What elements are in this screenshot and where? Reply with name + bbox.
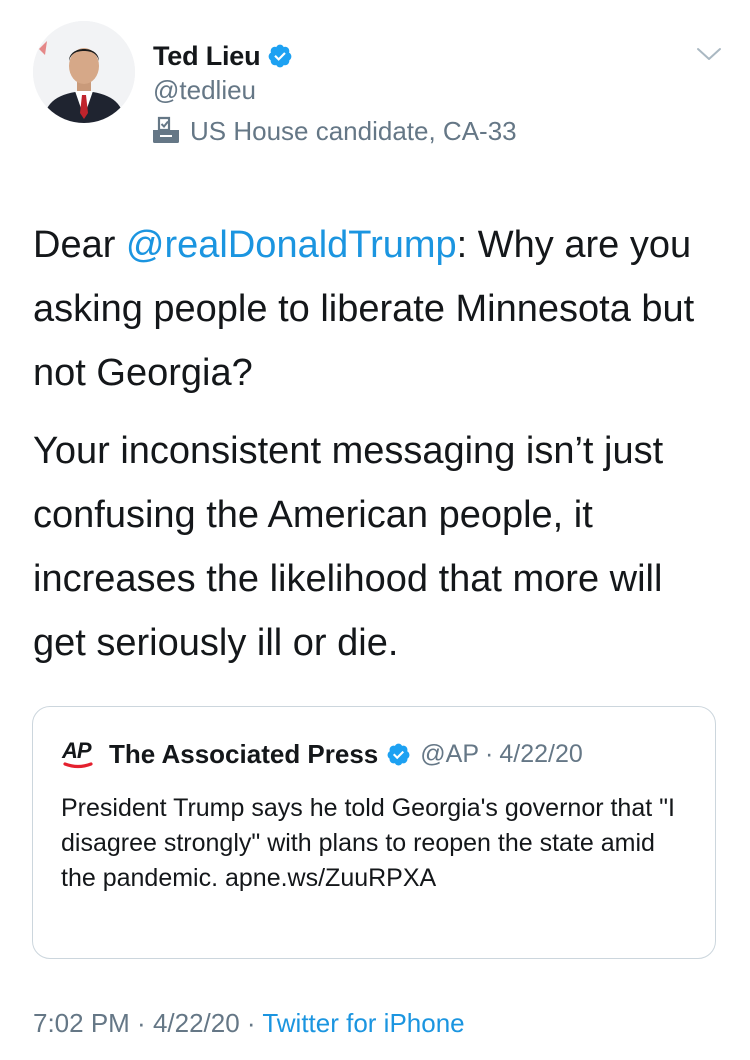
quoted-tweet-header: AP The Associated Press @AP · 4/22/20 [61,737,583,771]
author-display-name[interactable]: Ted Lieu [153,41,261,72]
author-handle[interactable]: @tedlieu [153,75,256,106]
author-label: US House candidate, CA-33 [150,113,517,149]
chevron-down-icon[interactable] [695,43,723,65]
quoted-tweet-date: 4/22/20 [499,739,583,768]
tweet-source-link[interactable]: Twitter for iPhone [262,1008,464,1038]
quoted-author-handle[interactable]: @AP [420,740,479,769]
mention-link[interactable]: @realDonaldTrump [126,224,457,266]
ap-logo-text: AP [61,738,92,763]
quoted-separator: · [485,739,494,768]
author-label-text: US House candidate, CA-33 [190,115,517,146]
footer-separator: · [129,1008,153,1038]
tweet-paragraph-2: Your inconsistent messaging isn’t just c… [33,430,664,664]
tweet-text-prefix: Dear [33,224,126,266]
tweet-footer: 7:02 PM · 4/22/20 · Twitter for iPhone [33,1008,465,1039]
verified-badge-icon [386,742,411,767]
verified-badge-icon [267,43,293,69]
tweet-time: 7:02 PM [33,1008,130,1038]
tweet-detail: Ted Lieu @tedlieu US House candidate, CA… [0,0,750,1060]
avatar-photo [33,21,135,123]
quoted-tweet-text: President Trump says he told Georgia's g… [61,794,675,892]
quoted-author-name[interactable]: The Associated Press [109,739,378,770]
ap-logo-icon: AP [61,736,101,772]
quoted-tweet[interactable]: AP The Associated Press @AP · 4/22/20 Pr… [32,706,716,959]
footer-separator: · [239,1008,263,1038]
author-name-row[interactable]: Ted Lieu [153,38,293,74]
author-avatar[interactable] [33,21,135,123]
ballot-box-icon [150,115,182,147]
tweet-paragraph-1: Dear @realDonaldTrump: Why are you askin… [33,213,723,405]
tweet-text: Dear @realDonaldTrump: Why are you askin… [33,213,723,675]
tweet-date: 4/22/20 [152,1008,240,1038]
